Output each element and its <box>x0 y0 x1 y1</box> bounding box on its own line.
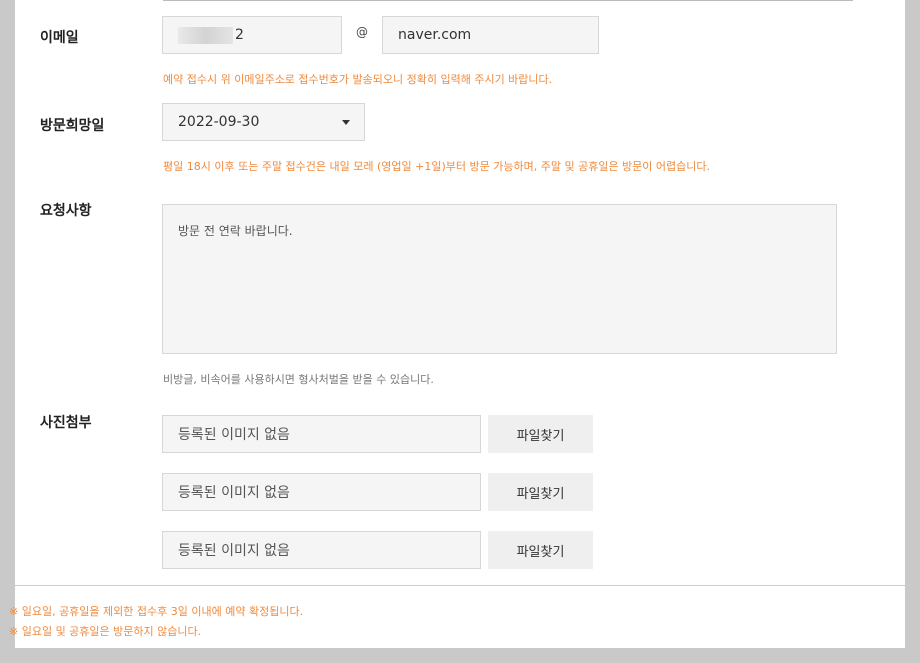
visit-date-select[interactable]: 2022-09-30 <box>162 103 365 141</box>
top-divider <box>163 0 853 1</box>
photo-placeholder-2: 등록된 이미지 없음 <box>178 485 290 501</box>
request-text: 방문 전 연락 바랍니다. <box>178 224 293 238</box>
photo-label: 사진첨부 <box>40 415 92 431</box>
photo-placeholder-1: 등록된 이미지 없음 <box>178 427 290 443</box>
visit-date-label: 방문희망일 <box>40 118 105 134</box>
photo-file-field-2[interactable]: 등록된 이미지 없음 <box>162 473 481 511</box>
photo-placeholder-3: 등록된 이미지 없음 <box>178 543 290 559</box>
photo-file-field-3[interactable]: 등록된 이미지 없음 <box>162 531 481 569</box>
notice-line-2: ※ 일요일 및 공휴일은 방문하지 않습니다. <box>9 625 202 638</box>
request-textarea[interactable]: 방문 전 연락 바랍니다. <box>162 204 837 354</box>
request-hint: 비방글, 비속어를 사용하시면 형사처벌을 받을 수 있습니다. <box>163 373 434 386</box>
email-local-value: 2 <box>235 27 244 43</box>
request-label: 요청사항 <box>40 203 92 219</box>
file-browse-button-3[interactable]: 파일찾기 <box>488 531 593 569</box>
email-hint: 예약 접수시 위 이메일주소로 접수번호가 발송되오니 정확히 입력해 주시기 … <box>163 73 553 86</box>
file-browse-button-2[interactable]: 파일찾기 <box>488 473 593 511</box>
file-browse-button-1[interactable]: 파일찾기 <box>488 415 593 453</box>
email-domain-value: naver.com <box>398 27 472 43</box>
email-label: 이메일 <box>40 30 79 46</box>
email-local-input[interactable]: 2 <box>162 16 342 54</box>
visit-date-hint: 평일 18시 이후 또는 주말 접수건은 내일 모레 (영업일 +1일)부터 방… <box>163 160 711 173</box>
email-domain-input[interactable]: naver.com <box>382 16 599 54</box>
visit-date-value: 2022-09-30 <box>178 114 260 130</box>
notice-line-1: ※ 일요일, 공휴일을 제외한 접수후 3일 이내에 예약 확정됩니다. <box>9 605 304 618</box>
reservation-form-panel: 이메일 2 @ naver.com 예약 접수시 위 이메일주소로 접수번호가 … <box>15 0 905 648</box>
bottom-divider <box>9 585 911 586</box>
at-sign: @ <box>356 25 368 39</box>
redacted-email-blur <box>178 26 233 44</box>
photo-file-field-1[interactable]: 등록된 이미지 없음 <box>162 415 481 453</box>
caret-down-icon <box>342 120 350 125</box>
